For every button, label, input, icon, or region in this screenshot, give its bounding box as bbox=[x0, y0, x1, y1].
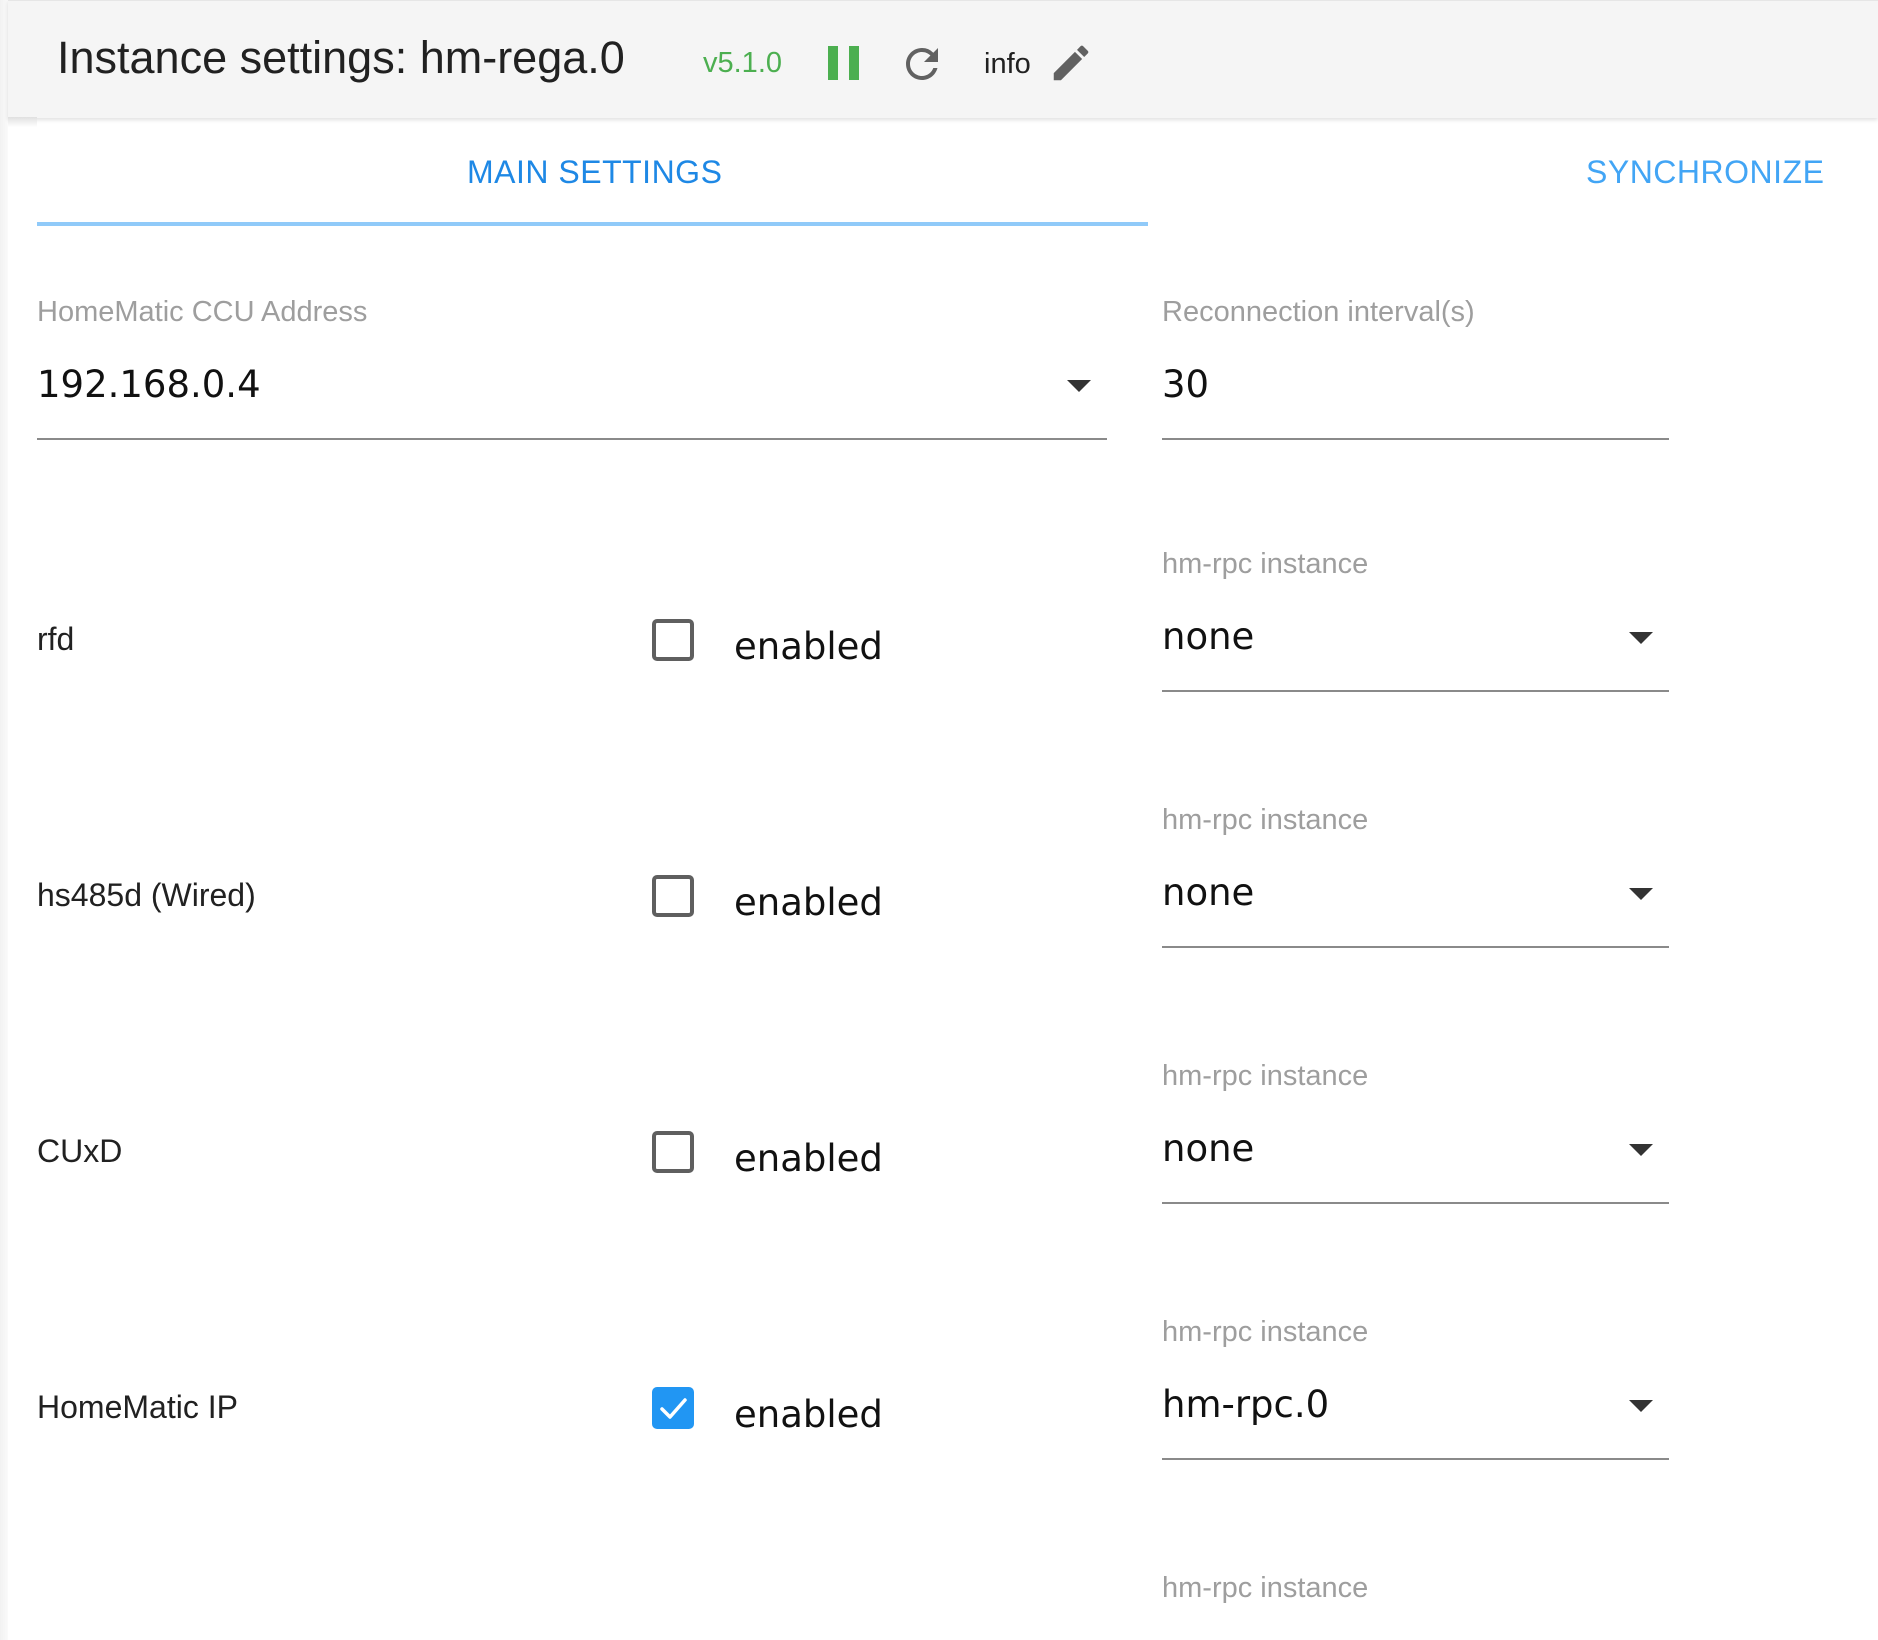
ccu-address-select[interactable]: 192.168.0.4 bbox=[37, 362, 261, 408]
pencil-icon[interactable] bbox=[1048, 40, 1094, 86]
checkbox-rfd-enabled[interactable] bbox=[652, 619, 694, 661]
chevron-down-icon[interactable] bbox=[1629, 1144, 1653, 1156]
instance-label: hm-rpc instance bbox=[1162, 1572, 1369, 1604]
active-tab-indicator bbox=[37, 222, 1148, 226]
instance-select-homematic-ip[interactable]: hm-rpc.0 bbox=[1162, 1382, 1329, 1428]
checkbox-label: enabled bbox=[734, 1393, 883, 1436]
checkbox-label: enabled bbox=[734, 1137, 883, 1180]
chevron-down-icon[interactable] bbox=[1629, 1400, 1653, 1412]
ccu-address-label: HomeMatic CCU Address bbox=[37, 296, 368, 328]
row-label-hs485d: hs485d (Wired) bbox=[37, 877, 256, 913]
instance-label: hm-rpc instance bbox=[1162, 1316, 1369, 1348]
chevron-down-icon[interactable] bbox=[1629, 632, 1653, 644]
reconnect-interval-underline bbox=[1162, 438, 1669, 440]
checkbox-homematic-ip-enabled[interactable] bbox=[652, 1387, 694, 1429]
instance-label: hm-rpc instance bbox=[1162, 548, 1369, 580]
refresh-icon[interactable] bbox=[898, 40, 946, 88]
checkbox-label: enabled bbox=[734, 625, 883, 668]
info-link[interactable]: info bbox=[984, 47, 1031, 81]
reconnect-interval-input[interactable]: 30 bbox=[1162, 362, 1209, 408]
instance-underline bbox=[1162, 946, 1669, 948]
page-title: Instance settings: hm-rega.0 bbox=[57, 32, 625, 83]
row-label-rfd: rfd bbox=[37, 621, 75, 657]
header-shadow bbox=[8, 117, 37, 127]
tab-main-settings[interactable]: MAIN SETTINGS bbox=[467, 150, 722, 194]
instance-underline bbox=[1162, 1202, 1669, 1204]
tab-synchronize[interactable]: SYNCHRONIZE bbox=[1586, 150, 1824, 194]
settings-dialog bbox=[8, 0, 1878, 1640]
checkbox-label: enabled bbox=[734, 881, 883, 924]
instance-underline bbox=[1162, 1458, 1669, 1460]
instance-select-hs485d[interactable]: none bbox=[1162, 870, 1254, 916]
checkbox-hs485d-enabled[interactable] bbox=[652, 875, 694, 917]
row-label-homematic-ip: HomeMatic IP bbox=[37, 1389, 238, 1425]
checkmark-icon bbox=[660, 1398, 687, 1419]
pause-icon[interactable] bbox=[826, 42, 862, 82]
checkbox-cuxd-enabled[interactable] bbox=[652, 1131, 694, 1173]
row-label-cuxd: CUxD bbox=[37, 1133, 123, 1169]
version-badge: v5.1.0 bbox=[703, 47, 782, 79]
chevron-down-icon[interactable] bbox=[1629, 888, 1653, 900]
instance-select-rfd[interactable]: none bbox=[1162, 614, 1254, 660]
instance-underline bbox=[1162, 690, 1669, 692]
left-edge bbox=[0, 0, 8, 1640]
ccu-address-underline bbox=[37, 438, 1107, 440]
instance-label: hm-rpc instance bbox=[1162, 804, 1369, 836]
instance-select-cuxd[interactable]: none bbox=[1162, 1126, 1254, 1172]
chevron-down-icon[interactable] bbox=[1067, 380, 1091, 392]
instance-label: hm-rpc instance bbox=[1162, 1060, 1369, 1092]
reconnect-interval-label: Reconnection interval(s) bbox=[1162, 296, 1475, 328]
